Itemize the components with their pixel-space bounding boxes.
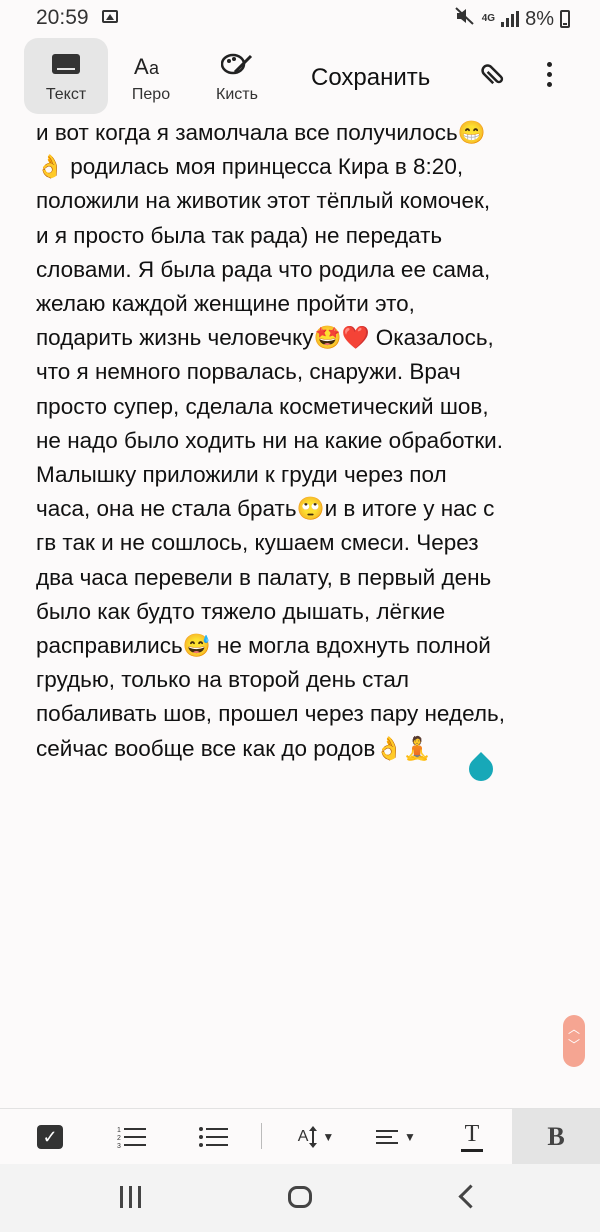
svg-text:1: 1 (117, 1127, 121, 1134)
note-line: положили на животик этот тёплый комочек, (36, 188, 491, 214)
numbered-list-icon: 1 2 3 (117, 1127, 146, 1149)
note-line: 👌 родилась моя принцесса Кира в 8:20, (36, 154, 464, 180)
bullet-list-button[interactable] (198, 1109, 230, 1165)
checkbox-button[interactable]: ✓ (36, 1109, 64, 1165)
note-line: расправились😅 не могла вдохнуть полной (36, 633, 491, 659)
svg-text:3: 3 (117, 1143, 121, 1149)
note-line: словами. Я была рада что родила ее сама, (36, 256, 491, 282)
battery-icon (560, 10, 570, 28)
recent-apps-button[interactable] (120, 1186, 141, 1208)
text-mode-label: Текст (45, 86, 87, 103)
bullet-list-icon (199, 1127, 228, 1147)
svg-text:2: 2 (117, 1135, 121, 1142)
bold-button[interactable]: B (512, 1109, 600, 1165)
keyboard-icon (52, 54, 80, 74)
note-line: гв так и не сошлось, кушаем смеси. Через (36, 530, 479, 556)
brush-icon (195, 38, 279, 78)
note-line: что я немного порвалась, снаружи. Врач (36, 359, 461, 385)
note-line: было как будто тяжело дышать, лёгкие (36, 598, 446, 624)
home-button[interactable] (288, 1186, 312, 1208)
note-line: побаливать шов, прошел через пару недель… (36, 701, 505, 727)
text-color-underline (461, 1149, 483, 1152)
brush-mode-label: Кисть (216, 86, 258, 103)
chevron-down-icon: ▼ (404, 1130, 416, 1144)
image-icon (102, 10, 118, 23)
toolbar-divider (261, 1123, 262, 1149)
pen-mode-label: Перо (131, 86, 171, 103)
font-size-glyph: A (297, 1128, 309, 1145)
network-type: 4G (481, 13, 496, 24)
checkbox-icon: ✓ (37, 1125, 63, 1149)
note-line: и вот когда я замолчала все получилось😁 (36, 120, 486, 145)
status-bar: 20:59 4G 8% (0, 0, 600, 36)
system-nav-bar (0, 1164, 600, 1232)
svg-text:A: A (134, 54, 149, 78)
note-line: сейчас вообще все как до родов👌🧘 (36, 735, 432, 761)
text-mode-button[interactable]: Текст (24, 38, 108, 114)
note-line: два часа перевели в палату, в первый ден… (36, 564, 492, 590)
chevron-up-icon: ︿ (567, 1022, 580, 1036)
font-size-button[interactable]: A ▼ (290, 1109, 342, 1165)
note-line: желаю каждой женщине пройти это, (36, 291, 415, 317)
align-button[interactable]: ▼ (370, 1109, 422, 1165)
save-button[interactable]: Сохранить (311, 64, 430, 92)
scroll-handle[interactable]: ︿ ﹀ (563, 1015, 585, 1067)
note-line: грудью, только на второй день стал (36, 667, 410, 693)
note-line: не надо было ходить ни на какие обработк… (36, 427, 503, 453)
svg-text:a: a (149, 58, 160, 78)
resize-arrow-icon (309, 1126, 318, 1148)
attach-icon[interactable] (471, 53, 518, 100)
chevron-down-icon: ﹀ (567, 1038, 580, 1052)
format-toolbar: ✓ 1 2 3 A ▼ ▼ T B (0, 1108, 600, 1165)
status-right: 4G 8% (454, 6, 570, 32)
note-line: Малышку приложили к груди через пол (36, 462, 447, 488)
back-button[interactable] (458, 1184, 483, 1209)
numbered-list-button[interactable]: 1 2 3 (116, 1109, 148, 1165)
note-line: часа, она не стала брать🙄и в итоге у нас… (36, 496, 495, 522)
text-style-button[interactable]: T (458, 1109, 486, 1165)
signal-icon (501, 11, 520, 27)
note-line: просто супер, сделала косметический шов, (36, 393, 489, 419)
editor-toolbar: Текст A a Перо Кисть Сохранить (0, 36, 600, 116)
note-line: подарить жизнь человечку🤩❤️ Оказалось, (36, 325, 494, 351)
mute-icon (454, 6, 476, 32)
brush-mode-button[interactable]: Кисть (195, 38, 279, 114)
battery-text: 8% (525, 7, 554, 30)
pen-icon: A a (109, 38, 193, 78)
note-body[interactable]: и вот когда я замолчала все получилось😁 … (36, 116, 576, 766)
status-time: 20:59 (36, 6, 89, 29)
chevron-down-icon: ▼ (322, 1130, 335, 1144)
pen-mode-button[interactable]: A a Перо (109, 38, 193, 114)
text-style-glyph: T (464, 1121, 480, 1147)
note-line: и я просто была так рада) не передать (36, 222, 443, 248)
align-left-icon (376, 1126, 400, 1148)
more-icon[interactable] (546, 62, 552, 92)
